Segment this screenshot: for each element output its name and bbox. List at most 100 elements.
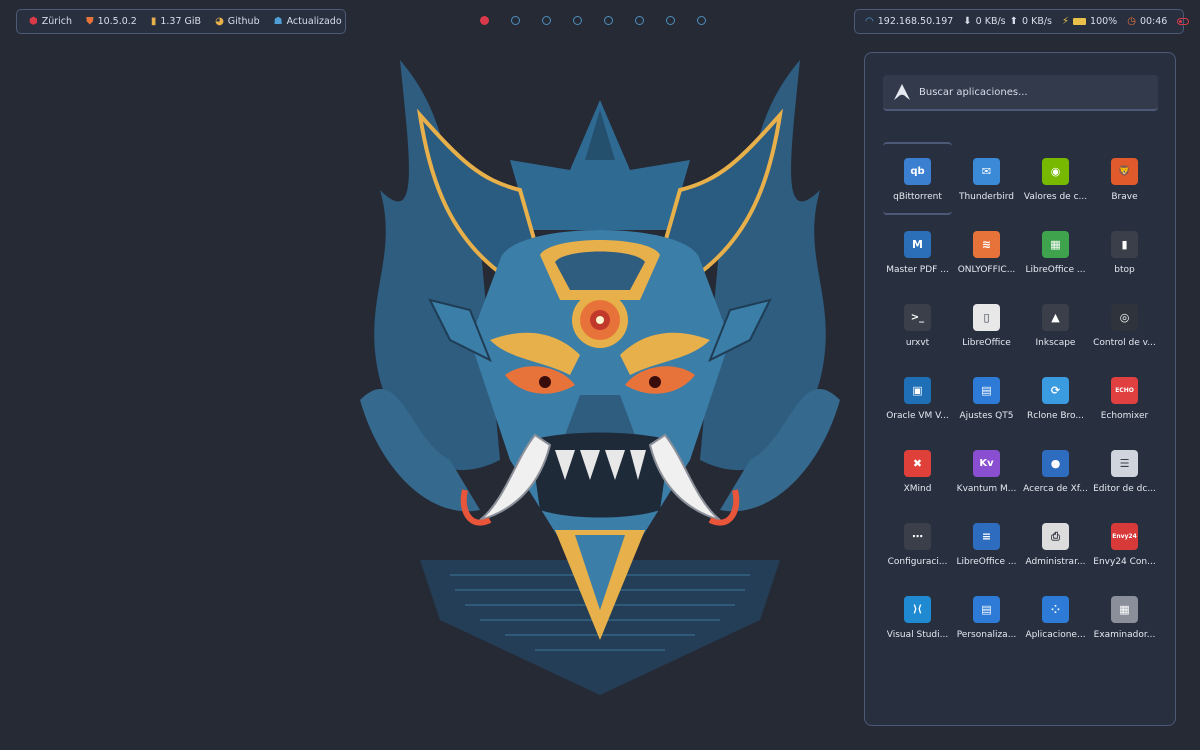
app-item[interactable]: ✉ Thunderbird: [952, 142, 1021, 215]
settings-icon: ⋯: [904, 523, 931, 550]
app-item[interactable]: ▣ Oracle VM V...: [883, 361, 952, 434]
workspace-4[interactable]: [573, 16, 582, 25]
onlyoffice-icon: ≋: [973, 231, 1000, 258]
kvantum-icon: Kv: [973, 450, 1000, 477]
xmind-icon: ✖: [904, 450, 931, 477]
upload-icon: ⬆: [1009, 15, 1019, 27]
app-label: Aplicacione...: [1025, 630, 1086, 640]
workspace-6[interactable]: [635, 16, 644, 25]
app-item[interactable]: ▲ Inkscape: [1021, 288, 1090, 361]
app-launcher: qb qBittorrent ✉ Thunderbird ◉ Valores de c..…: [864, 52, 1176, 726]
envy24-icon: Envy24: [1111, 523, 1138, 550]
vpn-location-icon: ⬢: [29, 15, 38, 27]
app-item[interactable]: ▤ Personaliza...: [952, 580, 1021, 653]
app-item[interactable]: ⋯ Configuraci...: [883, 507, 952, 580]
app-label: Personaliza...: [956, 630, 1017, 640]
app-item[interactable]: ◎ Control de v...: [1090, 288, 1159, 361]
app-item[interactable]: ⟩⟨ Visual Studi...: [883, 580, 952, 653]
app-label: Examinador...: [1093, 630, 1156, 640]
applications-icon: ⁘: [1042, 596, 1069, 623]
app-label: LibreOffice ...: [1025, 265, 1086, 275]
xfce-about-icon: ●: [1042, 450, 1069, 477]
app-label: Oracle VM V...: [886, 411, 949, 421]
app-item[interactable]: ⟳ Rclone Bro...: [1021, 361, 1090, 434]
workspace-8[interactable]: [697, 16, 706, 25]
app-item[interactable]: ECHO Echomixer: [1090, 361, 1159, 434]
version-label: 10.5.0.2: [97, 16, 137, 27]
inkscape-icon: ▲: [1042, 304, 1069, 331]
app-item[interactable]: ✖ XMind: [883, 434, 952, 507]
app-item[interactable]: ▤ Ajustes QT5: [952, 361, 1021, 434]
app-item[interactable]: ▯ LibreOffice: [952, 288, 1021, 361]
app-item[interactable]: ≡ LibreOffice ...: [952, 507, 1021, 580]
updates-icon: ☗: [273, 15, 283, 27]
workspace-7[interactable]: [666, 16, 675, 25]
app-label: Control de v...: [1093, 338, 1156, 348]
app-label: Visual Studi...: [886, 630, 949, 640]
app-label: LibreOffice ...: [956, 557, 1017, 567]
charging-icon: ⚡: [1062, 15, 1070, 27]
app-item[interactable]: ▮ btop: [1090, 215, 1159, 288]
wifi-icon: ◠: [865, 15, 874, 27]
app-item[interactable]: Envy24 Envy24 Con...: [1090, 507, 1159, 580]
app-item[interactable]: >_ urxvt: [883, 288, 952, 361]
app-label: Editor de dc...: [1093, 484, 1156, 494]
personalize-icon: ▤: [973, 596, 1000, 623]
app-item[interactable]: ⁘ Aplicacione...: [1021, 580, 1090, 653]
app-label: Valores de c...: [1023, 192, 1088, 202]
top-bar-left: ⬢ Zürich ⛊ 10.5.0.2 ▮ 1.37 GiB ◕ Github …: [16, 9, 346, 34]
app-item[interactable]: M Master PDF ...: [883, 215, 952, 288]
libreoffice-calc-icon: ▦: [1042, 231, 1069, 258]
app-item[interactable]: 🦁 Brave: [1090, 142, 1159, 215]
github-widget[interactable]: ◕ Github: [215, 16, 260, 27]
search-box[interactable]: [883, 75, 1158, 111]
app-label: Rclone Bro...: [1027, 411, 1084, 421]
workspace-switcher: [480, 16, 706, 25]
libreoffice-icon: ▯: [973, 304, 1000, 331]
rclone-icon: ⟳: [1042, 377, 1069, 404]
app-item[interactable]: ▦ LibreOffice ...: [1021, 215, 1090, 288]
updates-widget[interactable]: ☗ Actualizado: [274, 16, 342, 27]
netspeed-widget[interactable]: ⬇ 0 KB/s ⬆ 0 KB/s: [963, 16, 1052, 27]
workspace-2[interactable]: [511, 16, 520, 25]
download-label: 0 KB/s: [975, 16, 1006, 27]
clock-widget[interactable]: ◷ 00:46: [1127, 16, 1167, 27]
volume-control-icon: ◎: [1111, 304, 1138, 331]
location-widget[interactable]: ⬢ Zürich: [29, 16, 72, 27]
search-input[interactable]: [919, 86, 1149, 98]
printer-icon: ⎙: [1042, 523, 1069, 550]
workspace-3[interactable]: [542, 16, 551, 25]
memory-widget[interactable]: ▮ 1.37 GiB: [151, 16, 201, 27]
app-label: Thunderbird: [958, 192, 1015, 202]
ip-label: 192.168.50.197: [877, 16, 954, 27]
battery-label: 100%: [1090, 16, 1118, 27]
workspace-1[interactable]: [480, 16, 489, 25]
app-item[interactable]: ▦ Examinador...: [1090, 580, 1159, 653]
app-item[interactable]: ◉ Valores de c...: [1021, 142, 1090, 215]
dconf-editor-icon: ☰: [1111, 450, 1138, 477]
qbittorrent-icon: qb: [904, 158, 931, 185]
network-widget[interactable]: ◠ 192.168.50.197: [865, 16, 953, 27]
qt5-settings-icon: ▤: [973, 377, 1000, 404]
nvidia-icon: ◉: [1042, 158, 1069, 185]
upload-label: 0 KB/s: [1022, 16, 1052, 27]
app-item[interactable]: ● Acerca de Xf...: [1021, 434, 1090, 507]
app-label: Envy24 Con...: [1093, 557, 1156, 567]
app-label: qBittorrent: [893, 192, 942, 202]
app-label: urxvt: [905, 338, 930, 348]
app-item[interactable]: ≋ ONLYOFFIC...: [952, 215, 1021, 288]
app-label: Configuraci...: [887, 557, 948, 567]
app-label: Master PDF ...: [886, 265, 949, 275]
libreoffice-writer-icon: ≡: [973, 523, 1000, 550]
app-item[interactable]: qb qBittorrent: [883, 142, 952, 215]
workspace-5[interactable]: [604, 16, 613, 25]
app-item[interactable]: Kv Kvantum M...: [952, 434, 1021, 507]
power-toggle[interactable]: [1177, 18, 1190, 25]
oni-mask-wallpaper: [360, 60, 840, 695]
app-item[interactable]: ⎙ Administrar...: [1021, 507, 1090, 580]
arch-logo-icon: [894, 84, 910, 100]
app-label: Administrar...: [1025, 557, 1086, 567]
app-item[interactable]: ☰ Editor de dc...: [1090, 434, 1159, 507]
battery-widget[interactable]: ⚡ 100%: [1062, 16, 1117, 27]
version-widget[interactable]: ⛊ 10.5.0.2: [86, 16, 137, 27]
